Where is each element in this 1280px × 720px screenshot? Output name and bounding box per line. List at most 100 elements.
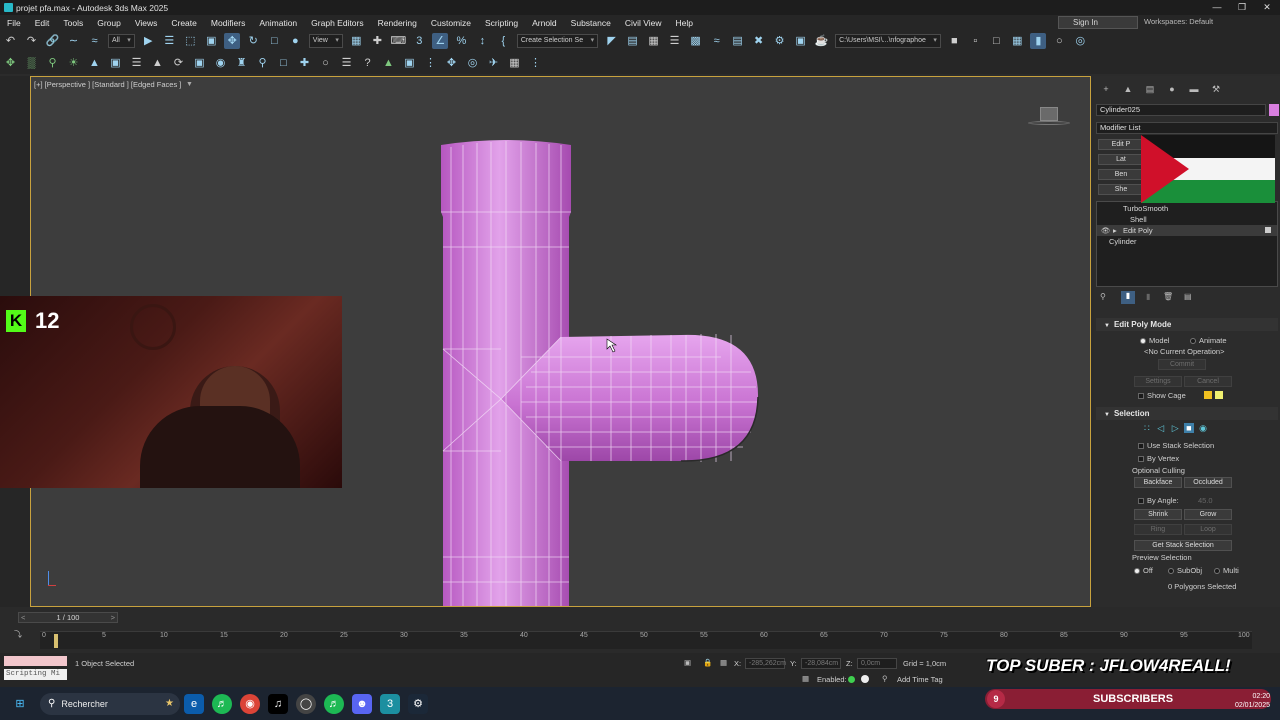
- maximize-button[interactable]: ❐: [1230, 0, 1254, 15]
- selection-filter-dropdown[interactable]: All: [108, 34, 135, 48]
- by-angle-value[interactable]: 45.0: [1198, 496, 1213, 505]
- toggle-ribbon-icon[interactable]: ▩: [688, 33, 704, 49]
- absolute-mode-icon[interactable]: ▦: [720, 658, 727, 667]
- track-bar-icon[interactable]: ⤵: [14, 629, 22, 640]
- object-color-swatch[interactable]: [1269, 104, 1279, 116]
- preview-subobj-radio[interactable]: SubObj: [1168, 566, 1202, 575]
- pin-stack-icon[interactable]: ⚲: [1100, 292, 1106, 301]
- workspace-selector[interactable]: Workspaces: Default: [1144, 17, 1213, 26]
- redo-icon[interactable]: ↷: [24, 33, 40, 49]
- edit-poly-preset-button[interactable]: Edit P: [1098, 139, 1144, 150]
- menu-animation[interactable]: Animation: [252, 18, 304, 28]
- undo-icon[interactable]: ↶: [3, 33, 19, 49]
- menu-arnold[interactable]: Arnold: [525, 18, 564, 28]
- keyboard-shortcut-toggle-icon[interactable]: ⌨: [390, 33, 406, 49]
- polygon-icon[interactable]: ■: [1184, 423, 1194, 433]
- layers-icon[interactable]: ☰: [339, 55, 355, 71]
- make-unique-icon[interactable]: ▮: [1146, 292, 1150, 301]
- unlink-icon[interactable]: ∼: [66, 33, 82, 49]
- add-time-tag-button[interactable]: Add Time Tag: [897, 675, 943, 684]
- object-name-field[interactable]: Cylinder025: [1096, 104, 1266, 116]
- selection-rollout[interactable]: ▼ Selection: [1096, 407, 1278, 420]
- bind-spacewarp-icon[interactable]: ≈: [87, 33, 103, 49]
- render-setup-icon[interactable]: ⚙: [772, 33, 788, 49]
- spotify-2-icon[interactable]: ♬: [324, 693, 344, 714]
- graphite-icon[interactable]: ▣: [108, 55, 124, 71]
- taskbar-clock[interactable]: 02:20 02/01/2025: [1222, 692, 1270, 710]
- list-icon[interactable]: ☰: [129, 55, 145, 71]
- frame-icon[interactable]: □: [276, 55, 292, 71]
- shrink-button[interactable]: Shrink: [1134, 509, 1182, 520]
- render-production-icon[interactable]: ☕: [814, 33, 830, 49]
- display-tab-icon[interactable]: ▬: [1184, 84, 1204, 98]
- menu-graph-editors[interactable]: Graph Editors: [304, 18, 370, 28]
- schematic-view-icon[interactable]: ▤: [730, 33, 746, 49]
- lattice-preset-button[interactable]: Lat: [1098, 154, 1144, 165]
- modifier-list-dropdown[interactable]: Modifier List: [1096, 122, 1278, 134]
- enabled-indicator[interactable]: [848, 676, 855, 683]
- maxscript-listener-pink[interactable]: [4, 656, 67, 666]
- utilities-tab-icon[interactable]: ⚒: [1206, 84, 1226, 98]
- loop-button[interactable]: Loop: [1184, 524, 1232, 535]
- window-crossing-icon[interactable]: ▣: [203, 33, 219, 49]
- selection-lock-icon[interactable]: 🔒: [703, 658, 712, 667]
- link-icon[interactable]: 🔗: [45, 33, 61, 49]
- unwrap-icon[interactable]: ▦: [507, 55, 523, 71]
- create-project-icon[interactable]: ▫: [967, 33, 983, 49]
- discord-icon[interactable]: ☻: [352, 693, 372, 714]
- select-scale-icon[interactable]: □: [266, 33, 282, 49]
- activeshade-icon[interactable]: ◎: [1072, 33, 1088, 49]
- hierarchy-tab-icon[interactable]: ▤: [1140, 84, 1160, 98]
- swift-loop-icon[interactable]: ⟳: [171, 55, 187, 71]
- populate-icon[interactable]: ☀: [66, 55, 82, 71]
- fill-icon[interactable]: ▲: [150, 55, 166, 71]
- select-by-name-icon[interactable]: ☰: [161, 33, 177, 49]
- use-stack-selection-checkbox[interactable]: Use Stack Selection: [1138, 441, 1214, 450]
- modifier-toggle-icon[interactable]: [1265, 227, 1271, 233]
- bend-preset-button[interactable]: Ben: [1098, 169, 1144, 180]
- select-move-icon[interactable]: ✥: [224, 33, 241, 49]
- cage-selected-color-swatch[interactable]: [1215, 391, 1223, 399]
- uv-icon[interactable]: ✈: [486, 55, 502, 71]
- by-angle-checkbox[interactable]: By Angle:: [1138, 496, 1179, 505]
- remove-modifier-icon[interactable]: 🗑: [1163, 292, 1173, 301]
- retopology-icon[interactable]: ▣: [402, 55, 418, 71]
- eye-icon[interactable]: 👁: [1101, 225, 1111, 236]
- animate-radio[interactable]: Animate: [1190, 336, 1227, 345]
- maxscript-mini-listener[interactable]: Scripting Mi: [4, 669, 67, 680]
- edit-named-selection-icon[interactable]: {: [495, 33, 511, 49]
- menu-file[interactable]: File: [0, 18, 28, 28]
- relax-icon[interactable]: ⋮: [423, 55, 439, 71]
- placement-icon[interactable]: ●: [287, 33, 303, 49]
- track-bar[interactable]: 0 5 10 15 20 25 30 35 40 45 50 55 60 65 …: [40, 631, 1252, 649]
- layer-explorer-icon[interactable]: ☰: [667, 33, 683, 49]
- stack-item-turbosmooth[interactable]: TurboSmooth: [1097, 203, 1277, 214]
- z-coord-field[interactable]: 0,0cm: [857, 658, 897, 669]
- conform-icon[interactable]: ◎: [465, 55, 481, 71]
- menu-group[interactable]: Group: [90, 18, 128, 28]
- select-object-icon[interactable]: ▶: [140, 33, 156, 49]
- stack-item-cylinder[interactable]: Cylinder: [1097, 236, 1277, 247]
- menu-substance[interactable]: Substance: [564, 18, 618, 28]
- open-folder-icon[interactable]: ■: [946, 33, 962, 49]
- cancel-button[interactable]: Cancel: [1184, 376, 1232, 387]
- show-end-result-icon[interactable]: ▮: [1121, 291, 1135, 304]
- show-cage-checkbox[interactable]: Show Cage: [1138, 391, 1186, 400]
- symmetry-icon[interactable]: ✥: [444, 55, 460, 71]
- isolate-icon[interactable]: ○: [318, 55, 334, 71]
- time-slider-handle[interactable]: < 1 / 100 >: [18, 612, 118, 623]
- stack-item-edit-poly[interactable]: 👁 ▸ Edit Poly: [1097, 225, 1277, 236]
- render-icon[interactable]: ○: [1051, 33, 1067, 49]
- pivot-center-icon[interactable]: ▦: [348, 33, 364, 49]
- sign-in-button[interactable]: Sign In: [1058, 16, 1138, 29]
- select-manipulate-icon[interactable]: ✚: [369, 33, 385, 49]
- select-rotate-icon[interactable]: ↻: [245, 33, 261, 49]
- scene-explorer-icon[interactable]: ▦: [646, 33, 662, 49]
- point-cloud-icon[interactable]: ⋮: [528, 55, 544, 71]
- edge-icon[interactable]: e: [184, 693, 204, 714]
- element-icon[interactable]: ◉: [1199, 423, 1207, 433]
- menu-scripting[interactable]: Scripting: [478, 18, 525, 28]
- scene-converter-icon[interactable]: ▲: [381, 55, 397, 71]
- stack-item-shell[interactable]: Shell: [1097, 214, 1277, 225]
- time-tag-icon[interactable]: ⚲: [882, 674, 888, 683]
